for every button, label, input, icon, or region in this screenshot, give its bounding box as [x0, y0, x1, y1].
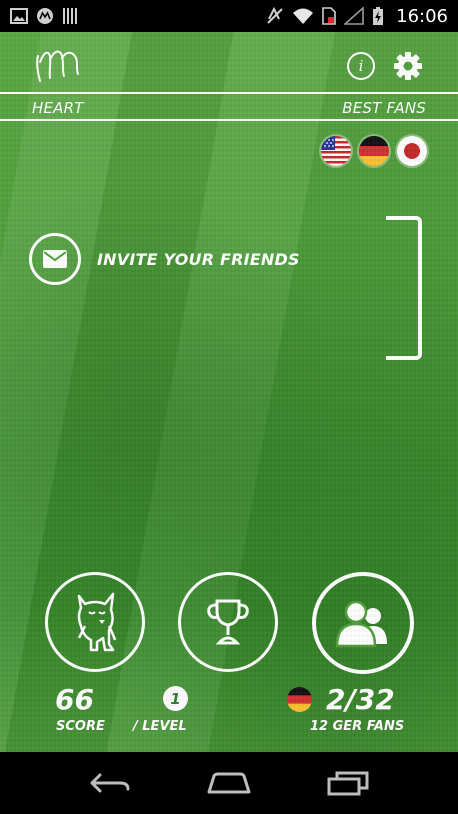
main-screen: i HEART BEST FANS INVITE YOUR FRIENDS 66…: [0, 32, 458, 752]
mail-icon: [43, 250, 67, 268]
fans-count: 2/32: [326, 683, 395, 716]
wifi-icon: [292, 7, 314, 25]
sim-icon: [322, 7, 336, 25]
score-label: SCORE: [56, 719, 105, 734]
clock: 16:06: [396, 5, 448, 27]
fans-label: 12 GER FANS: [310, 719, 405, 734]
recent-apps-icon: [327, 771, 369, 796]
recent-apps-button[interactable]: [318, 763, 378, 803]
side-panel-handle[interactable]: [386, 216, 422, 360]
mascot-button[interactable]: [45, 572, 145, 672]
trophy-button[interactable]: [178, 572, 278, 672]
mail-button: [29, 233, 81, 285]
gear-icon: [394, 52, 422, 80]
score-value: 66: [55, 683, 94, 716]
info-icon: i: [358, 57, 364, 75]
trophy-icon: [207, 599, 249, 645]
back-button[interactable]: [80, 763, 140, 803]
level-label: / LEVEL: [133, 719, 187, 734]
fans-button[interactable]: [312, 572, 414, 674]
image-icon: [10, 7, 28, 25]
japan-flag[interactable]: [397, 136, 427, 166]
germany-flag[interactable]: [359, 136, 389, 166]
signal-icon: [344, 7, 364, 25]
level-badge: 1: [163, 686, 188, 711]
home-icon: [207, 772, 251, 794]
home-button[interactable]: [199, 763, 259, 803]
motorola-icon: [36, 7, 54, 25]
invite-label: INVITE YOUR FRIENDS: [97, 249, 300, 269]
barcode-icon: [62, 7, 78, 25]
info-button[interactable]: i: [347, 52, 375, 80]
status-bar: 16:06: [0, 0, 458, 32]
navigation-bar: [0, 752, 458, 814]
fans-icon: [335, 600, 387, 648]
mute-icon: [266, 7, 284, 25]
tab-heart[interactable]: HEART: [32, 99, 84, 117]
header-divider-top: [0, 92, 458, 94]
tab-best-fans[interactable]: BEST FANS: [342, 99, 426, 117]
mascot-icon: [77, 592, 117, 652]
header-divider-bottom: [0, 119, 458, 121]
germany-flag-small: [287, 687, 312, 712]
app-logo: [34, 44, 80, 84]
settings-button[interactable]: [392, 50, 424, 82]
invite-friends-button[interactable]: INVITE YOUR FRIENDS: [29, 233, 300, 285]
us-flag[interactable]: [321, 136, 351, 166]
battery-charging-icon: [372, 7, 384, 25]
back-icon: [90, 773, 130, 793]
